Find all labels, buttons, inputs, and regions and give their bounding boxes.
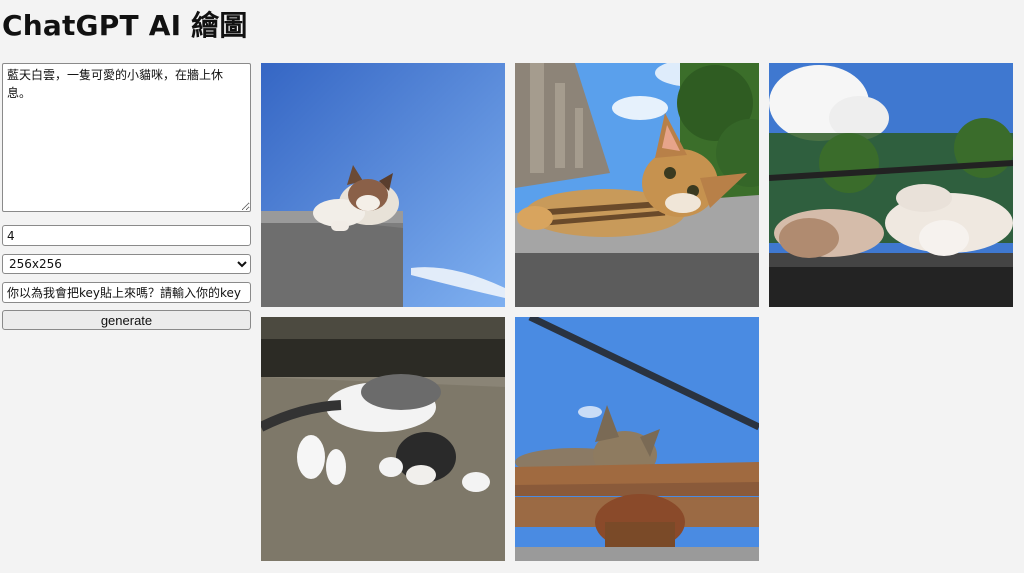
generate-button[interactable]: generate bbox=[2, 310, 251, 330]
image-size-select[interactable]: 256x256 bbox=[2, 254, 251, 274]
api-key-input[interactable] bbox=[2, 282, 251, 303]
generated-image-1 bbox=[261, 63, 505, 307]
generated-image-3 bbox=[769, 63, 1013, 307]
generated-image-4 bbox=[261, 317, 505, 561]
prompt-textarea[interactable]: 藍天白雲，一隻可愛的小貓咪，在牆上休息。 bbox=[2, 63, 251, 212]
controls-panel: 藍天白雲，一隻可愛的小貓咪，在牆上休息。 256x256 generate bbox=[2, 63, 252, 330]
generated-image-2 bbox=[515, 63, 759, 307]
page-title: ChatGPT AI 繪圖 bbox=[2, 9, 248, 42]
image-count-input[interactable] bbox=[2, 225, 251, 246]
generated-image-5 bbox=[515, 317, 759, 561]
